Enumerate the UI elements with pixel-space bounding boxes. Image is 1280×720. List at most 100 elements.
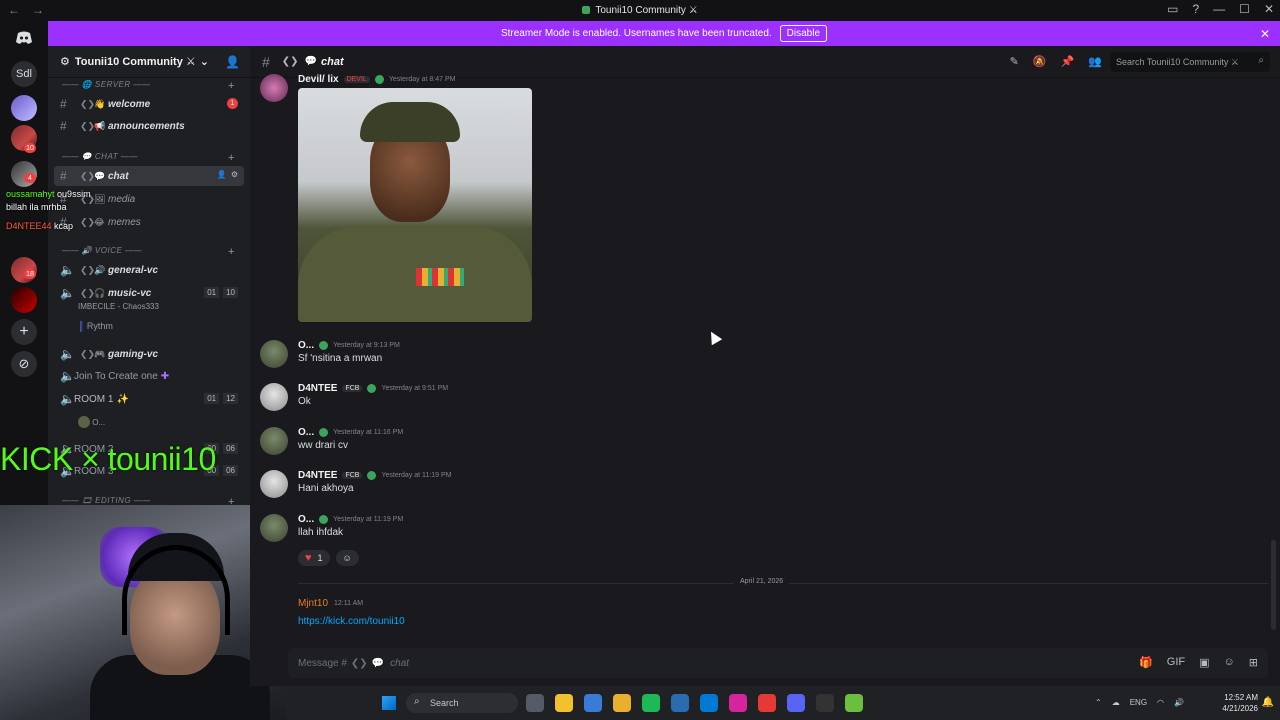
avatar[interactable]: [260, 74, 288, 102]
pin-icon[interactable]: 📌: [1061, 55, 1075, 68]
clock[interactable]: 12:52 AM 4/21/2026: [1222, 692, 1258, 714]
voice-user[interactable]: IMBECILE - Chaos333: [78, 302, 159, 311]
code-icon: ❮❯: [80, 98, 96, 109]
channel-join-to-create[interactable]: 🔈 Join To Create one ✚: [54, 366, 244, 386]
maximize-button[interactable]: ☐: [1239, 2, 1250, 16]
copilot-icon[interactable]: [584, 694, 602, 712]
message-composer[interactable]: Message # ❮❯ 💬 chat 🎁 GIF ▣ ☺ ⊞: [288, 648, 1268, 678]
discord-home-icon[interactable]: [11, 25, 37, 51]
folder-icon[interactable]: [613, 694, 631, 712]
chevron-up-icon[interactable]: ⌃: [1095, 698, 1102, 707]
speaker-icon: 🔈: [60, 392, 75, 406]
server-icon-sdl[interactable]: Sdl: [11, 61, 37, 87]
gif-icon[interactable]: GIF: [1167, 656, 1185, 669]
channel-music-vc[interactable]: 🔈 ❮❯ 🎧 music-vc 01 10: [54, 283, 244, 303]
task-view-icon[interactable]: [526, 694, 544, 712]
lang-indicator[interactable]: ENG: [1130, 698, 1147, 707]
channel-welcome[interactable]: # ❮❯ 👋 welcome 1: [54, 94, 244, 114]
server-header[interactable]: ⚙ Tounii10 Community ⚔ ⌄ 👤: [48, 46, 250, 78]
obs-icon[interactable]: [816, 694, 834, 712]
scrollbar[interactable]: [1271, 540, 1276, 630]
category-chat[interactable]: —— 💬 CHAT —— +: [62, 152, 234, 164]
channel-room-1[interactable]: 🔈 ROOM 1 ✨ 01 12: [54, 389, 244, 409]
image-medals: [416, 268, 464, 286]
add-channel-icon[interactable]: +: [228, 152, 235, 164]
avatar[interactable]: [260, 514, 288, 542]
avatar[interactable]: [260, 383, 288, 411]
edge-icon[interactable]: [642, 694, 660, 712]
channel-general-vc[interactable]: 🔈 ❮❯ 🔊 general-vc: [54, 260, 244, 280]
emoji-icon[interactable]: ☺: [1224, 656, 1235, 669]
close-icon[interactable]: ✕: [1260, 27, 1270, 41]
speaker-icon: 🔈: [60, 263, 75, 277]
add-channel-icon[interactable]: +: [228, 80, 235, 92]
cloud-icon[interactable]: ☁: [1112, 698, 1120, 707]
username[interactable]: O...: [298, 514, 314, 525]
reaction-heart[interactable]: ♥ 1: [298, 550, 330, 566]
server-icon[interactable]: [11, 95, 37, 121]
username[interactable]: D4NTEE: [298, 383, 337, 394]
add-member-icon[interactable]: 👤: [225, 55, 240, 69]
server-icon[interactable]: [11, 287, 37, 313]
overlay-chat-line: D4NTEE44 kcap: [6, 221, 74, 231]
invite-icon[interactable]: 👤: [217, 170, 227, 179]
disable-button[interactable]: Disable: [779, 25, 828, 42]
attached-image[interactable]: [298, 88, 532, 322]
gift-icon[interactable]: 🎁: [1139, 656, 1153, 669]
taskbar-search[interactable]: ⌕ Search: [406, 693, 518, 713]
close-window-button[interactable]: ✕: [1264, 2, 1274, 16]
search-input[interactable]: Search Tounii10 Community ⚔ ⌕: [1110, 52, 1270, 72]
minimize-button[interactable]: —: [1213, 2, 1225, 16]
instagram-icon[interactable]: [729, 694, 747, 712]
category-server[interactable]: —— 🌐 SERVER —— +: [62, 80, 234, 92]
volume-icon[interactable]: 🔊: [1174, 698, 1184, 707]
add-channel-icon[interactable]: +: [228, 246, 235, 258]
window-titlebar: ← → Tounii10 Community ⚔ ▭ ? — ☐ ✕: [0, 0, 1280, 21]
add-server-icon[interactable]: +: [11, 319, 37, 345]
notification-icon[interactable]: 🔔: [1262, 697, 1274, 708]
username[interactable]: O...: [298, 340, 314, 351]
verified-icon: [319, 515, 329, 524]
sticker-icon[interactable]: ▣: [1199, 656, 1209, 669]
discord-taskbar-icon[interactable]: [787, 694, 805, 712]
add-reaction-button[interactable]: ☺: [335, 550, 359, 566]
outlook-icon[interactable]: [700, 694, 718, 712]
username[interactable]: D4NTEE: [298, 470, 337, 481]
avatar[interactable]: [260, 470, 288, 498]
message-header: O... Yesterday at 11:19 PM: [298, 514, 403, 525]
apps-icon[interactable]: ⊞: [1249, 656, 1258, 669]
avatar[interactable]: [260, 340, 288, 368]
channel-chat[interactable]: # ❮❯ 💬 chat 👤 ⚙: [54, 166, 244, 186]
channel-gaming-vc[interactable]: 🔈 ❮❯ 🎮 gaming-vc: [54, 344, 244, 364]
timestamp: Yesterday at 11:16 PM: [333, 429, 404, 436]
start-button[interactable]: [382, 696, 396, 710]
app-icon[interactable]: [845, 694, 863, 712]
username[interactable]: Devil/ lix: [298, 74, 339, 85]
server-shield-icon: ⚙: [60, 56, 70, 68]
channel-announcements[interactable]: # ❮❯ 📢 announcements: [54, 116, 244, 136]
mention-badge: 1: [227, 98, 238, 109]
wifi-icon[interactable]: ◠: [1157, 698, 1164, 707]
file-explorer-icon[interactable]: [555, 694, 573, 712]
username[interactable]: O...: [298, 427, 314, 438]
laugh-emoji-icon: 😂: [94, 216, 105, 227]
username[interactable]: Mjnt10: [298, 598, 328, 609]
code-icon: ❮❯: [80, 287, 96, 298]
overlay-chat-line: oussamahyt ou9ssim: [6, 189, 91, 199]
voice-user-rythm[interactable]: ║ Rythm: [78, 321, 113, 331]
gear-icon[interactable]: ⚙: [231, 170, 238, 179]
explore-icon[interactable]: ⊘: [11, 351, 37, 377]
category-voice[interactable]: —— 🔊 VOICE —— +: [62, 246, 234, 258]
help-icon[interactable]: ?: [1192, 2, 1199, 16]
avatar[interactable]: [260, 427, 288, 455]
store-icon[interactable]: [671, 694, 689, 712]
threads-icon[interactable]: ✎: [1010, 55, 1019, 68]
wps-icon[interactable]: [758, 694, 776, 712]
category-editing[interactable]: —— 🎞 EDITING —— +: [62, 496, 234, 508]
message-link[interactable]: https://kick.com/tounii10: [298, 616, 405, 627]
voice-user[interactable]: O...: [78, 416, 105, 428]
inbox-icon[interactable]: ▭: [1167, 2, 1178, 16]
code-icon: ❮❯: [80, 348, 96, 359]
notification-bell-icon[interactable]: 🔕: [1033, 55, 1047, 68]
member-list-icon[interactable]: 👥: [1088, 55, 1102, 68]
